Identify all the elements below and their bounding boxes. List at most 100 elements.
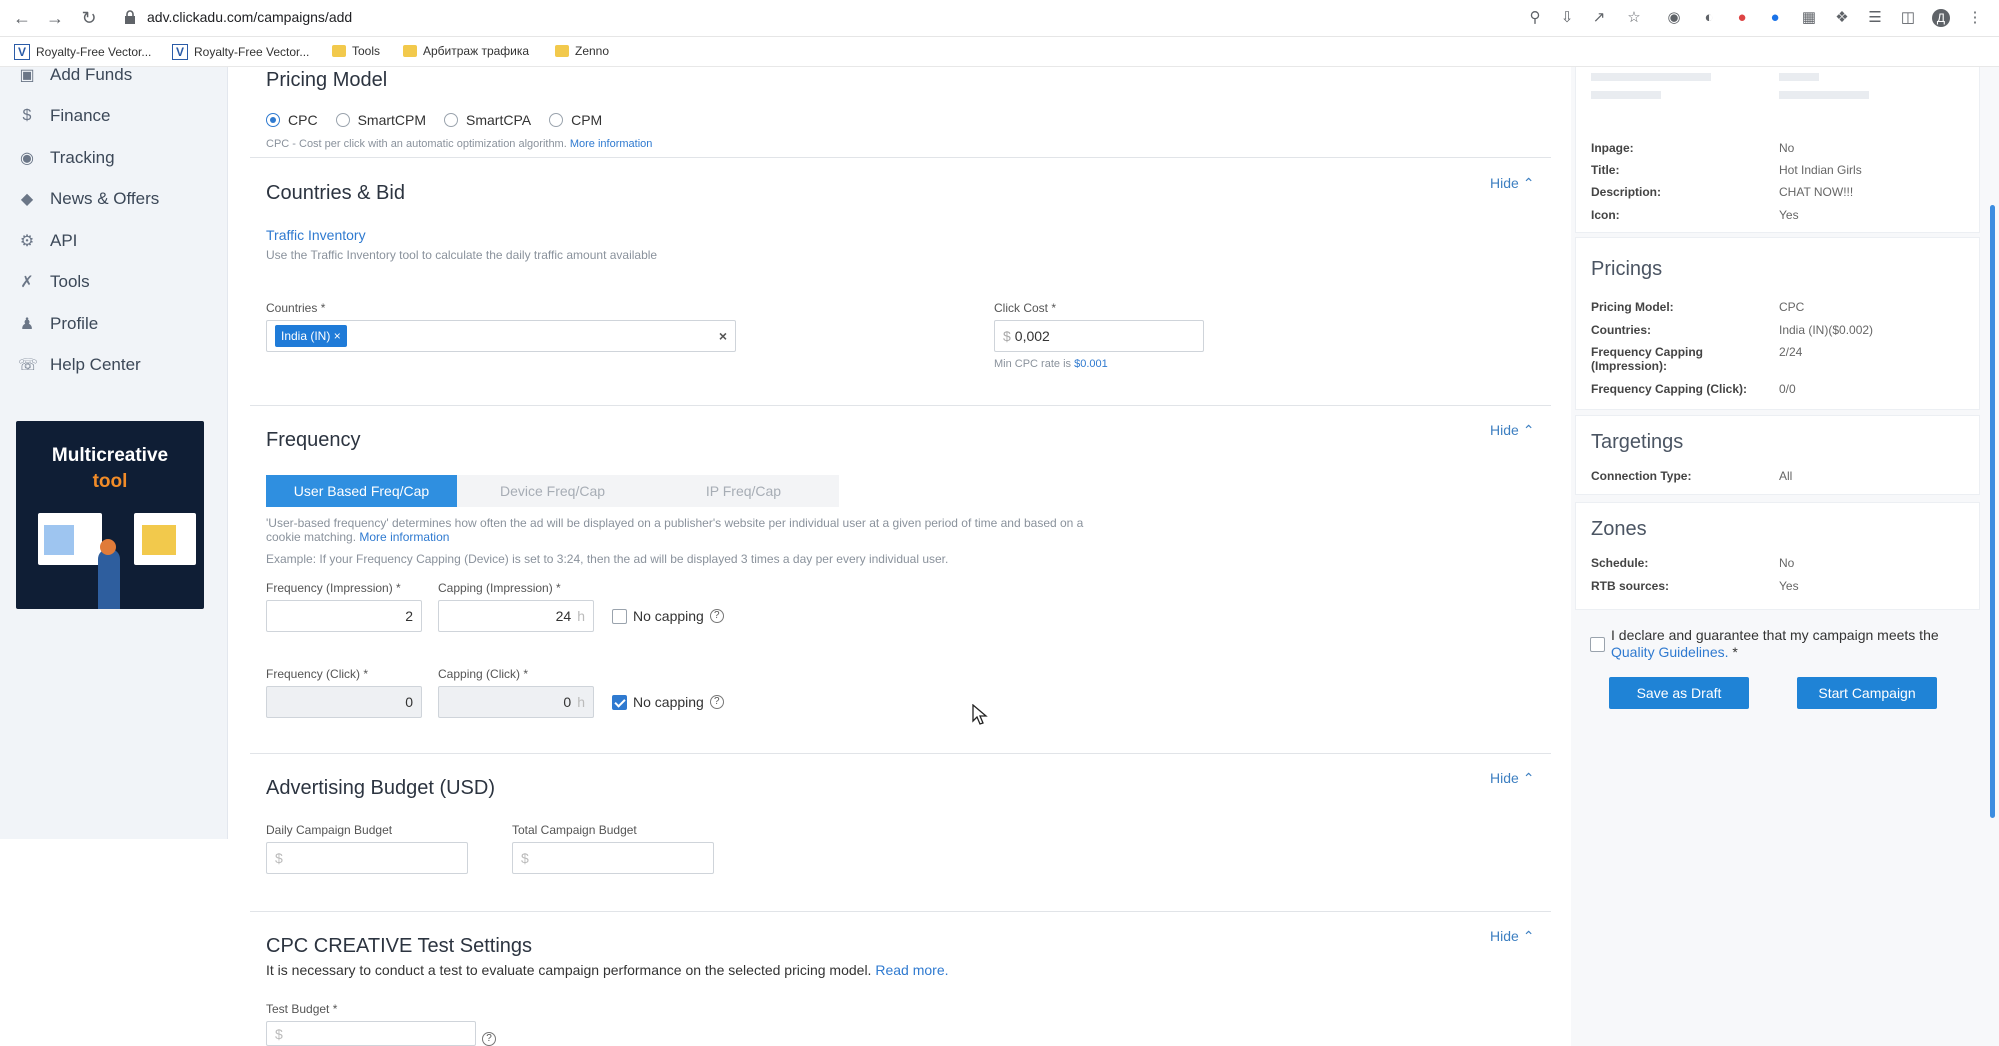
radio-unchecked-icon xyxy=(444,113,459,127)
lock-icon xyxy=(125,10,135,24)
puzzle-icon[interactable]: ❖ xyxy=(1833,9,1851,27)
daily-budget-input[interactable]: $ xyxy=(266,842,468,874)
sidebar-item-tools[interactable]: ✗ Tools xyxy=(18,272,89,292)
chevron-up-icon: ⌃ xyxy=(1522,770,1535,786)
budget-hide-toggle[interactable]: Hide ⌃ xyxy=(1490,770,1534,787)
bookmark-zenno[interactable]: Zenno xyxy=(555,44,609,58)
freq-impression-input[interactable]: 2 xyxy=(266,600,422,632)
bookmark-royalty-1[interactable]: V Royalty-Free Vector... xyxy=(14,44,151,60)
frequency-title: Frequency xyxy=(266,429,361,451)
wallet-icon: ▣ xyxy=(19,67,35,84)
pricing-more-info-link[interactable]: More information xyxy=(570,138,653,150)
test-settings-title: CPC CREATIVE Test Settings xyxy=(266,935,533,957)
bookmark-tools[interactable]: Tools xyxy=(332,44,380,58)
extension-circle-icon[interactable]: ◉ xyxy=(1665,9,1683,27)
tab-ip[interactable]: IP Freq/Cap xyxy=(648,475,839,507)
total-budget-input[interactable]: $ xyxy=(512,842,714,874)
no-capping-click[interactable]: No capping? xyxy=(612,694,724,710)
sidebar-item-finance[interactable]: $ Finance xyxy=(18,106,111,126)
sidebar-item-profile[interactable]: ♟ Profile xyxy=(18,314,98,334)
traffic-inventory-link[interactable]: Traffic Inventory xyxy=(266,227,366,243)
profile-avatar-icon[interactable]: Д xyxy=(1932,9,1950,27)
summary-value: Yes xyxy=(1779,579,1799,593)
min-cpc-link[interactable]: $0.001 xyxy=(1074,358,1108,370)
radio-unchecked-icon xyxy=(335,113,350,127)
countries-select[interactable]: India (IN) × × xyxy=(266,320,736,352)
save-draft-button[interactable]: Save as Draft xyxy=(1609,677,1749,709)
country-tag-india[interactable]: India (IN) × xyxy=(275,325,347,347)
forward-icon[interactable]: → xyxy=(44,7,66,29)
help-question-icon[interactable]: ? xyxy=(482,1032,496,1046)
help-question-icon[interactable]: ? xyxy=(709,695,724,709)
bookmark-arbitrage[interactable]: Арбитраж трафика xyxy=(403,44,529,58)
share-icon[interactable]: ↗ xyxy=(1590,9,1608,27)
page-scrollbar[interactable] xyxy=(1990,205,1995,818)
radio-checked-icon xyxy=(266,113,280,127)
divider xyxy=(250,405,1551,406)
tab-user-based[interactable]: User Based Freq/Cap xyxy=(266,475,457,507)
frequency-more-info-link[interactable]: More information xyxy=(359,530,449,544)
freq-impression-label: Frequency (Impression) * xyxy=(266,581,401,595)
dollar-icon: $ xyxy=(22,107,32,124)
click-cost-input[interactable]: $0,002 xyxy=(994,320,1204,352)
daily-budget-label: Daily Campaign Budget xyxy=(266,823,393,837)
sidebar-item-news-offers[interactable]: ◆ News & Offers xyxy=(18,189,159,209)
declare-checkbox[interactable] xyxy=(1590,637,1605,652)
blurred-row xyxy=(1591,91,1661,99)
tab-device[interactable]: Device Freq/Cap xyxy=(457,475,648,507)
freq-click-label: Frequency (Click) * xyxy=(266,667,369,681)
blurred-row xyxy=(1779,73,1819,81)
radio-unchecked-icon xyxy=(549,113,564,127)
test-hide-toggle[interactable]: Hide ⌃ xyxy=(1490,928,1534,945)
radio-cpm[interactable]: CPM xyxy=(549,112,602,128)
freq-click-input[interactable]: 0 xyxy=(266,686,422,718)
test-budget-input[interactable]: $ xyxy=(266,1021,476,1046)
radio-smartcpa[interactable]: SmartCPA xyxy=(444,112,531,128)
back-icon[interactable]: ← xyxy=(11,7,33,29)
sidepanel-icon[interactable]: ◫ xyxy=(1899,9,1917,27)
divider xyxy=(250,911,1551,912)
checkbox-checked-icon[interactable] xyxy=(612,694,627,710)
address-bar[interactable]: adv.clickadu.com/campaigns/add xyxy=(147,9,352,25)
star-icon[interactable]: ☆ xyxy=(1625,9,1643,27)
cap-impression-input[interactable]: 24 h xyxy=(438,600,594,632)
vector-logo-icon: V xyxy=(14,44,30,60)
cap-click-input[interactable]: 0h xyxy=(438,686,594,718)
radio-cpc[interactable]: CPC xyxy=(266,112,318,128)
vector-logo-icon: V xyxy=(172,44,188,60)
sidebar-item-help-center[interactable]: ☏ Help Center xyxy=(18,355,141,375)
summary-value: No xyxy=(1779,556,1795,570)
zones-title: Zones xyxy=(1591,518,1647,540)
reload-icon[interactable]: ↻ xyxy=(78,7,100,29)
sidebar-item-api[interactable]: ⚙ API xyxy=(18,231,78,251)
help-question-icon[interactable]: ? xyxy=(709,609,724,623)
frequency-hide-toggle[interactable]: Hide ⌃ xyxy=(1490,422,1534,439)
quality-guidelines-link[interactable]: Quality Guidelines. xyxy=(1611,644,1729,660)
checkbox-unchecked-icon[interactable] xyxy=(612,608,627,624)
countries-hide-toggle[interactable]: Hide ⌃ xyxy=(1490,175,1534,192)
summary-key: Frequency Capping (Click): xyxy=(1591,382,1748,396)
countries-label: Countries * xyxy=(266,301,326,315)
bookmark-royalty-2[interactable]: V Royalty-Free Vector... xyxy=(172,44,309,60)
test-desc: It is necessary to conduct a test to eva… xyxy=(266,962,949,978)
key-icon[interactable]: ⚲ xyxy=(1526,9,1544,27)
sidebar-item-add-funds[interactable]: ▣ Add Funds xyxy=(18,65,132,85)
radio-smartcpm[interactable]: SmartCPM xyxy=(335,112,426,128)
start-campaign-button[interactable]: Start Campaign xyxy=(1797,677,1937,709)
test-read-more-link[interactable]: Read more. xyxy=(875,962,948,978)
sidebar-item-tracking[interactable]: ◉ Tracking xyxy=(18,148,115,168)
cap-impression-label: Capping (Impression) * xyxy=(438,581,561,595)
min-cpc-text: Min CPC rate is $0.001 xyxy=(994,358,1108,370)
extension-ghost-icon[interactable]: ◐ xyxy=(1700,9,1718,27)
divider xyxy=(250,157,1551,158)
extension-translate-icon[interactable]: ▦ xyxy=(1800,9,1818,27)
install-icon[interactable]: ⇩ xyxy=(1558,9,1576,27)
remove-tag-icon[interactable]: × xyxy=(334,329,341,343)
no-capping-impression[interactable]: No capping? xyxy=(612,608,724,624)
clear-select-icon[interactable]: × xyxy=(719,328,727,344)
multicreative-promo-banner[interactable]: Multicreative tool xyxy=(16,421,204,609)
menu-kebab-icon[interactable]: ⋮ xyxy=(1966,9,1984,27)
extension-red-icon[interactable]: ● xyxy=(1733,9,1751,27)
extension-blue-icon[interactable]: ● xyxy=(1766,9,1784,27)
media-icon[interactable]: ☰ xyxy=(1866,9,1884,27)
